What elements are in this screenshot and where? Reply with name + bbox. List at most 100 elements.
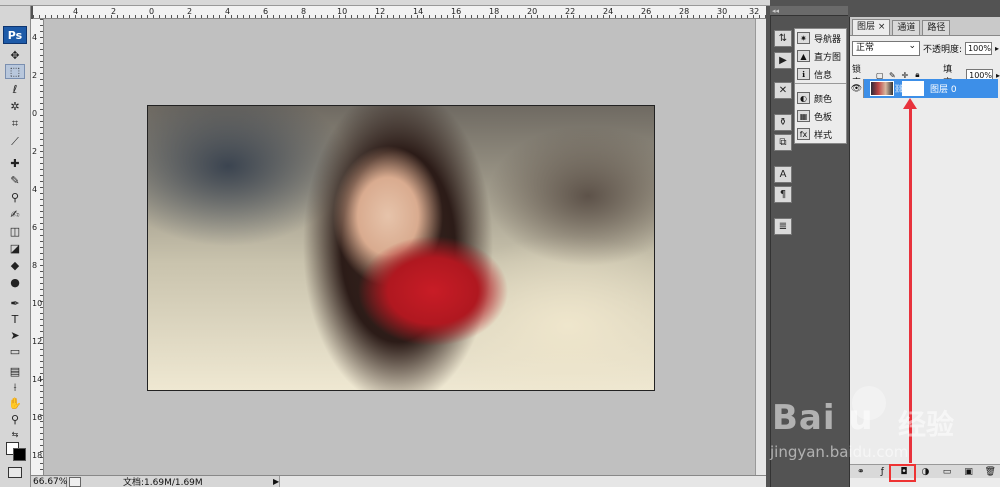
path-selection-tool-icon[interactable]: ➤ <box>5 328 25 343</box>
blend-mode-select[interactable]: 正常 <box>852 40 920 56</box>
ruler-tick-label: 18 <box>489 7 500 16</box>
swatches-item[interactable]: ▦ 色板 <box>795 107 846 125</box>
clone-source-icon[interactable]: ⧉ <box>774 134 792 151</box>
layers-tabs: 图层 × 通道 路径 <box>850 17 1000 36</box>
crop-tool-icon[interactable]: ⌗ <box>5 116 25 131</box>
ruler-tick-label: 4 <box>225 7 231 16</box>
marquee-tool-icon[interactable]: ⬚ <box>5 64 25 79</box>
notes-tool-icon[interactable]: ▤ <box>5 364 25 379</box>
horizontal-scrollbar[interactable] <box>279 476 766 487</box>
ruler-tick-label: 8 <box>32 261 38 270</box>
ruler-tick-label: 24 <box>603 7 614 16</box>
ruler-tick-label: 4 <box>32 185 38 194</box>
add-mask-highlight <box>889 464 916 482</box>
pen-tool-icon[interactable]: ✒ <box>5 296 25 311</box>
ruler-tick-label: 14 <box>413 7 424 16</box>
ruler-tick-label: 2 <box>32 71 38 80</box>
healing-brush-tool-icon[interactable]: ✚ <box>5 156 25 171</box>
link-layers-icon[interactable]: ⚭ <box>855 466 867 477</box>
ruler-tick-label: 12 <box>375 7 386 16</box>
document-size: 文档:1.69M/1.69M <box>123 478 203 487</box>
vertical-scrollbar[interactable] <box>755 19 766 475</box>
new-layer-icon[interactable]: ▣ <box>963 466 975 477</box>
layer-name[interactable]: 图层 0 <box>930 82 957 95</box>
zoom-level[interactable]: 66.67% <box>31 476 67 487</box>
ruler-tick-label: 20 <box>527 7 538 16</box>
brush-tool-icon[interactable]: ✎ <box>5 173 25 188</box>
swap-colors-icon[interactable]: ⇆ <box>5 427 25 442</box>
info-item[interactable]: ℹ 信息 <box>795 65 846 83</box>
tab-channels[interactable]: 通道 <box>892 20 921 35</box>
ruler-tick-label: 2 <box>111 7 117 16</box>
ruler-tick-label: 6 <box>263 7 269 16</box>
notes-panel-icon[interactable]: ≣ <box>774 218 792 235</box>
clone-stamp-tool-icon[interactable]: ⚲ <box>5 190 25 205</box>
actions-icon[interactable]: ⇅ <box>774 30 792 47</box>
mask-link-icon[interactable]: ⛓︎ <box>894 84 904 93</box>
styles-icon: fx <box>797 128 810 140</box>
photoshop-window: Ps ✥ ⬚ ℓ ✲ ⌗ ⟋ ✚ ✎ ⚲ ✍ ◫ ◪ ◆ ● ✒ T ➤ ▭ ▤… <box>0 0 1000 487</box>
shape-tool-icon[interactable]: ▭ <box>5 344 25 359</box>
background-color-swatch[interactable] <box>13 448 26 461</box>
type-tool-icon[interactable]: T <box>5 312 25 327</box>
navigator-icon: ✷ <box>797 32 810 44</box>
ruler-tick-label: 4 <box>32 33 38 42</box>
move-tool-icon[interactable]: ✥ <box>5 48 25 63</box>
document-image[interactable] <box>147 105 655 391</box>
play-icon[interactable]: ▶ <box>774 52 792 69</box>
ps-logo: Ps <box>3 26 27 44</box>
navigator-item[interactable]: ✷ 导航器 <box>795 29 846 47</box>
color-label: 颜色 <box>814 94 833 105</box>
ruler-tick-label: 10 <box>32 299 43 308</box>
delete-layer-icon[interactable]: 🗑︎ <box>984 466 996 477</box>
slice-tool-icon[interactable]: ⟋ <box>5 134 25 149</box>
histogram-icon: ▲ <box>797 50 810 62</box>
ruler-tick-label: 10 <box>337 7 348 16</box>
navigator-preview-icon[interactable] <box>69 476 81 487</box>
lasso-tool-icon[interactable]: ℓ <box>5 82 25 97</box>
brushes-icon[interactable]: ⚱ <box>774 114 792 131</box>
opacity-input[interactable]: 100% <box>965 42 993 55</box>
ruler-tick-label: 26 <box>641 7 652 16</box>
swatches-icon: ▦ <box>797 110 810 122</box>
tools-preset-icon[interactable]: ✕ <box>774 82 792 99</box>
eyedropper-tool-icon[interactable]: ⟊ <box>5 380 25 395</box>
eraser-tool-icon[interactable]: ◫ <box>5 224 25 239</box>
opacity-slider-arrow[interactable]: ▸ <box>995 44 999 53</box>
panel-collapse-bar[interactable]: ◂◂ <box>770 6 848 16</box>
layer-row[interactable]: 👁︎ ⛓︎ 图层 0 <box>850 79 998 98</box>
visibility-eye-icon[interactable]: 👁︎ <box>850 79 864 98</box>
ruler-tick-label: 14 <box>32 375 43 384</box>
character-icon[interactable]: A <box>774 166 792 183</box>
dodge-tool-icon[interactable]: ● <box>5 275 25 290</box>
info-icon: ℹ <box>797 68 810 80</box>
ruler-tick-label: 28 <box>679 7 690 16</box>
info-panel-group: ✷ 导航器 ▲ 直方图 ℹ 信息 ◐ 颜色 ▦ 色板 fx 样式 <box>794 28 847 144</box>
blur-tool-icon[interactable]: ◆ <box>5 258 25 273</box>
zoom-tool-icon[interactable]: ⚲ <box>5 412 25 427</box>
layer-style-icon[interactable]: ƒ <box>876 466 888 477</box>
history-brush-tool-icon[interactable]: ✍ <box>5 207 25 222</box>
color-item[interactable]: ◐ 颜色 <box>795 89 846 107</box>
paint-bucket-tool-icon[interactable]: ◪ <box>5 241 25 256</box>
ruler-tick-label: 32 <box>749 7 760 16</box>
adjustment-layer-icon[interactable]: ◑ <box>919 466 931 477</box>
layer-thumbnail[interactable] <box>870 81 894 96</box>
ruler-tick-label: 18 <box>32 451 43 460</box>
magic-wand-tool-icon[interactable]: ✲ <box>5 99 25 114</box>
navigator-label: 导航器 <box>814 34 842 45</box>
vertical-ruler: 4 2 0 2 4 6 8 10 12 14 16 18 <box>31 19 44 475</box>
layer-mask-thumbnail[interactable] <box>902 81 924 96</box>
tab-layers[interactable]: 图层 × <box>852 19 891 35</box>
styles-item[interactable]: fx 样式 <box>795 125 846 143</box>
paragraph-icon[interactable]: ¶ <box>774 186 792 203</box>
ruler-tick-label: 4 <box>73 7 79 16</box>
quick-mask-icon[interactable] <box>8 467 22 478</box>
tab-paths[interactable]: 路径 <box>922 20 951 35</box>
new-group-icon[interactable]: ▭ <box>941 466 953 477</box>
histogram-item[interactable]: ▲ 直方图 <box>795 47 846 65</box>
horizontal-ruler: 4 2 0 2 4 6 8 10 12 14 16 18 20 22 24 26… <box>33 6 766 19</box>
layers-panel: 图层 × 通道 路径 正常 不透明度: 100% ▸ 锁定: ▢ ✎ ✛ 🔒︎ … <box>849 17 1000 487</box>
annotation-arrow-head <box>903 98 917 109</box>
hand-tool-icon[interactable]: ✋ <box>5 396 25 411</box>
